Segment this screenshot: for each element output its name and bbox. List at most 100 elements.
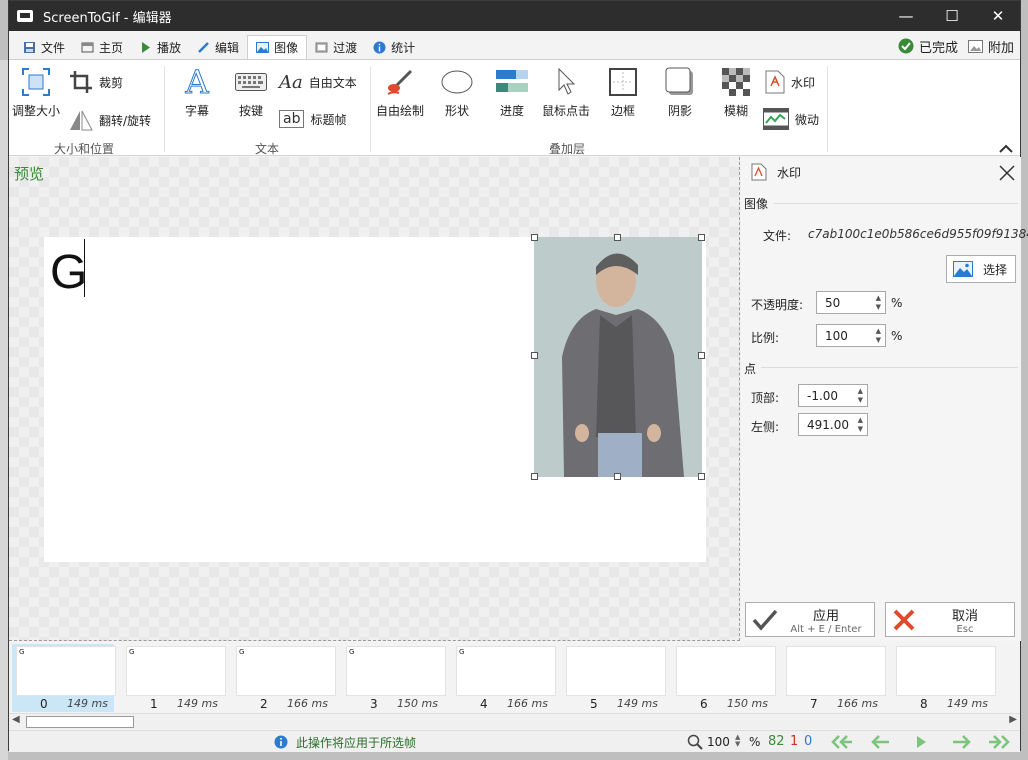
play-frames-icon[interactable] [914, 735, 928, 749]
horizontal-scrollbar[interactable]: ◀ ▶ [9, 713, 1020, 729]
tab-home[interactable]: 主页 [73, 35, 131, 59]
frame-timeline[interactable]: G 0 149 ms G 1 149 ms G 2 166 ms G 3 150… [9, 641, 1020, 713]
crop-button[interactable]: 裁剪 [69, 70, 123, 94]
title-bar: ScreenToGif - 编辑器 — ☐ ✕ [9, 1, 1020, 31]
previous-frame-icon[interactable] [871, 735, 891, 749]
apply-button[interactable]: 应用 Alt + E / Enter [745, 602, 875, 637]
frame-item[interactable]: G 3 150 ms [342, 644, 446, 712]
close-panel-icon[interactable] [999, 165, 1015, 181]
first-frame-icon[interactable] [827, 735, 853, 749]
resize-handle[interactable] [614, 234, 621, 241]
frame-thumbnail [786, 646, 886, 696]
watermark-button[interactable]: 水印 [765, 70, 815, 94]
attach-button[interactable]: 附加 [967, 37, 1014, 56]
cancel-button[interactable]: 取消 Esc [885, 602, 1015, 637]
pencil-icon [198, 41, 209, 53]
frame-item[interactable]: 6 150 ms [672, 644, 776, 712]
cinemagraph-button[interactable]: 微动 [763, 108, 819, 130]
resize-handle[interactable] [698, 473, 705, 480]
apply-label: 应用 [812, 608, 839, 624]
free-text-label: 自由文本 [308, 76, 357, 90]
blur-button[interactable]: 模糊 [720, 66, 752, 119]
spin-arrows-icon[interactable]: ▲ ▼ [876, 327, 881, 345]
select-button-label: 选择 [983, 262, 1008, 277]
flip-rotate-button[interactable]: 翻转/旋转 [69, 108, 151, 132]
tab-transitions[interactable]: 过渡 [307, 35, 365, 59]
resize-handle[interactable] [614, 473, 621, 480]
border-label: 边框 [610, 104, 635, 118]
resize-handle[interactable] [531, 234, 538, 241]
frame-item[interactable]: G 2 166 ms [232, 644, 336, 712]
crop-icon [70, 71, 92, 93]
ribbon-panel: 调整大小 裁剪 翻转/旋转 大小和位置 A 字幕 按键 Aa 自由文本 ab 标… [9, 59, 1020, 156]
minimize-button[interactable]: — [883, 1, 929, 31]
resize-handle[interactable] [698, 352, 705, 359]
frame-canvas[interactable]: G [44, 234, 706, 562]
top-value: -1.00 [807, 388, 839, 403]
scroll-left-icon[interactable]: ◀ [12, 714, 20, 725]
tab-play[interactable]: 播放 [131, 35, 189, 59]
spin-arrows-icon[interactable]: ▲ ▼ [876, 294, 881, 312]
frame-item[interactable]: G 1 149 ms [122, 644, 226, 712]
title-frame-button[interactable]: ab 标题帧 [279, 110, 346, 128]
collapse-ribbon-icon[interactable] [999, 143, 1013, 153]
resize-handle[interactable] [531, 473, 538, 480]
resize-button[interactable]: 调整大小 [12, 66, 60, 119]
scrollbar-thumb[interactable] [26, 716, 134, 728]
maximize-button[interactable]: ☐ [929, 1, 975, 31]
scale-input[interactable]: 100 ▲ ▼ [816, 324, 886, 347]
caption-button[interactable]: A 字幕 [181, 63, 213, 119]
preview-area[interactable]: 预览 G [9, 157, 740, 641]
frame-item[interactable]: G 4 166 ms [452, 644, 556, 712]
done-label: 已完成 [918, 40, 958, 56]
frame-item[interactable]: G 0 149 ms [12, 644, 116, 712]
tab-label: 播放 [157, 40, 182, 55]
resize-handle[interactable] [531, 352, 538, 359]
thumb-text: G [19, 648, 25, 656]
shape-label: 形状 [444, 104, 469, 118]
cursor-icon [550, 66, 582, 98]
top-position-input[interactable]: -1.00 ▲ ▼ [798, 384, 868, 407]
mouse-clicks-button[interactable]: 鼠标点击 [542, 66, 590, 119]
next-frame-icon[interactable] [951, 735, 971, 749]
scale-unit: % [891, 329, 903, 343]
thumb-text: G [239, 648, 245, 656]
resize-handle[interactable] [698, 234, 705, 241]
tab-image[interactable]: 图像 [247, 35, 308, 59]
zoom-spin-icon[interactable]: ▲ ▼ [735, 734, 740, 748]
tab-file[interactable]: 文件 [15, 35, 73, 59]
shape-button[interactable]: 形状 [441, 66, 473, 119]
last-frame-icon[interactable] [988, 735, 1014, 749]
watermark-image[interactable] [534, 237, 702, 477]
frame-item[interactable]: 8 149 ms [892, 644, 996, 712]
group-label-size: 大小和位置 [54, 142, 115, 156]
tab-edit[interactable]: 编辑 [189, 35, 247, 59]
free-draw-label: 自由绘制 [376, 104, 425, 118]
progress-button[interactable]: 进度 [496, 66, 528, 119]
zoom-value[interactable]: 100 [707, 735, 730, 749]
close-button[interactable]: ✕ [975, 1, 1021, 31]
scroll-right-icon[interactable]: ▶ [1009, 714, 1017, 725]
free-text-button[interactable]: Aa 自由文本 [279, 72, 357, 93]
done-button[interactable]: 已完成 [898, 37, 958, 56]
border-button[interactable]: 边框 [607, 66, 639, 119]
opacity-input[interactable]: 50 ▲ ▼ [816, 291, 886, 314]
shadow-button[interactable]: 阴影 [664, 66, 696, 119]
spin-arrows-icon[interactable]: ▲ ▼ [858, 416, 863, 434]
left-value: 491.00 [807, 417, 849, 432]
status-bar: 此操作将应用于所选帧 100 ▲ ▼ % 82 1 0 [9, 730, 1020, 752]
key-strokes-button[interactable]: 按键 [235, 66, 267, 119]
frame-item[interactable]: 7 166 ms [782, 644, 886, 712]
free-drawing-button[interactable]: 自由绘制 [376, 66, 424, 119]
border-icon [607, 66, 639, 98]
frame-thumbnail: G [126, 646, 226, 696]
left-position-input[interactable]: 491.00 ▲ ▼ [798, 413, 868, 436]
frame-index: 3 [370, 697, 378, 711]
apply-shortcut: Alt + E / Enter [790, 623, 862, 635]
frame-item[interactable]: 5 149 ms [562, 644, 666, 712]
file-label: 文件: [763, 229, 792, 243]
tab-statistics[interactable]: 统计 [365, 35, 423, 59]
panel-title: 水印 [777, 165, 802, 180]
spin-arrows-icon[interactable]: ▲ ▼ [858, 387, 863, 405]
select-image-button[interactable]: 选择 [946, 255, 1016, 283]
